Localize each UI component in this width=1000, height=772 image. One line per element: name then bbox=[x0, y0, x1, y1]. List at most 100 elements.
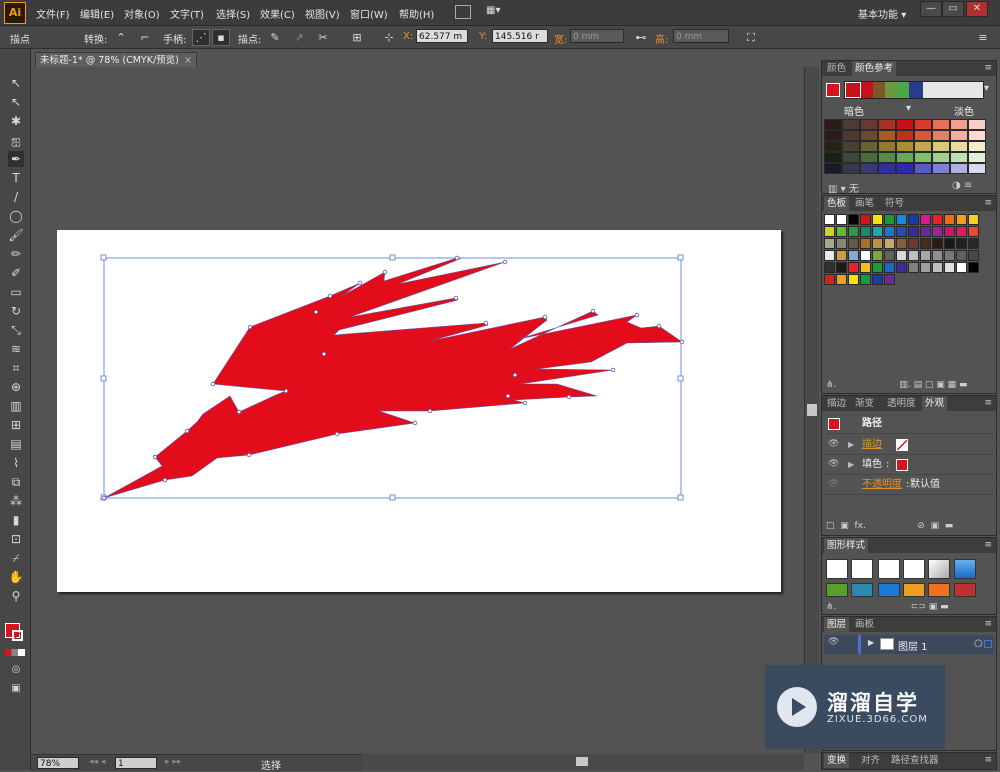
show-handles-icon[interactable]: ⋰ bbox=[192, 29, 210, 46]
color-guide-swatch[interactable] bbox=[860, 141, 878, 152]
symbol-sprayer-icon[interactable]: ⁂ bbox=[8, 493, 24, 509]
color-swatch[interactable] bbox=[884, 250, 895, 261]
eye-icon[interactable]: 👁 bbox=[828, 455, 839, 474]
color-guide-swatch[interactable] bbox=[896, 152, 914, 163]
color-swatch[interactable] bbox=[944, 250, 955, 261]
appearance-path-row[interactable]: 路径 bbox=[824, 414, 994, 434]
paintbrush-icon[interactable]: 🖌 bbox=[8, 227, 24, 243]
color-swatch[interactable] bbox=[944, 238, 955, 249]
color-swatch[interactable] bbox=[956, 250, 967, 261]
color-guide-swatch[interactable] bbox=[968, 119, 986, 130]
layer-name[interactable]: 图层 1 bbox=[898, 638, 928, 653]
color-guide-grid[interactable] bbox=[824, 119, 986, 174]
color-guide-swatch[interactable] bbox=[896, 130, 914, 141]
stroke-swatch[interactable] bbox=[896, 439, 908, 451]
color-guide-swatch[interactable] bbox=[968, 163, 986, 174]
constrain-proportions-icon[interactable]: ⊷ bbox=[632, 29, 650, 46]
color-swatch[interactable] bbox=[860, 262, 871, 273]
color-swatch[interactable] bbox=[908, 226, 919, 237]
vertical-scroll-thumb[interactable] bbox=[807, 404, 817, 416]
menu-effect[interactable]: 效果(C) bbox=[260, 6, 295, 21]
tab-graphic-styles[interactable]: 图形样式 bbox=[824, 538, 869, 553]
menu-view[interactable]: 视图(V) bbox=[305, 6, 340, 21]
color-swatch[interactable] bbox=[848, 274, 859, 285]
tab-gradient[interactable]: 渐变 bbox=[852, 396, 877, 411]
color-swatch[interactable] bbox=[944, 214, 955, 225]
color-guide-swatch[interactable] bbox=[896, 119, 914, 130]
color-guide-swatch[interactable] bbox=[878, 119, 896, 130]
control-bar-menu-icon[interactable]: ≡ bbox=[974, 29, 992, 46]
hide-handles-icon[interactable]: ▪ bbox=[212, 29, 230, 46]
graphic-style-red[interactable] bbox=[954, 583, 976, 597]
color-swatch[interactable] bbox=[860, 238, 871, 249]
tab-brushes[interactable]: 画笔 bbox=[852, 196, 877, 211]
color-swatch[interactable] bbox=[908, 214, 919, 225]
color-swatch[interactable] bbox=[932, 250, 943, 261]
color-swatch[interactable] bbox=[824, 262, 835, 273]
color-guide-swatch[interactable] bbox=[878, 163, 896, 174]
color-swatch[interactable] bbox=[896, 262, 907, 273]
color-swatch[interactable] bbox=[836, 274, 847, 285]
expand-triangle-icon[interactable]: ▶ bbox=[868, 638, 874, 647]
appearance-stroke-row[interactable]: 👁 ▶ 描边 bbox=[824, 435, 994, 455]
appearance-fill-row[interactable]: 👁 ▶ 填色 : bbox=[824, 455, 994, 475]
hand-icon[interactable]: ✋ bbox=[8, 569, 24, 585]
menu-select[interactable]: 选择(S) bbox=[216, 6, 250, 21]
color-swatch[interactable] bbox=[860, 214, 871, 225]
drawing-mode-icon[interactable]: ◎ bbox=[8, 662, 24, 678]
color-swatch[interactable] bbox=[884, 226, 895, 237]
color-swatch[interactable] bbox=[848, 214, 859, 225]
graphic-style-default[interactable] bbox=[826, 559, 848, 579]
cut-path-icon[interactable]: ✂ bbox=[314, 29, 332, 46]
color-swatch[interactable] bbox=[860, 274, 871, 285]
color-guide-swatch[interactable] bbox=[914, 141, 932, 152]
graphic-style-none[interactable] bbox=[851, 559, 873, 579]
color-swatch[interactable] bbox=[860, 250, 871, 261]
color-swatch[interactable] bbox=[908, 238, 919, 249]
color-guide-swatch[interactable] bbox=[932, 130, 950, 141]
tab-align[interactable]: 对齐 bbox=[858, 753, 883, 768]
color-swatch[interactable] bbox=[824, 238, 835, 249]
remove-anchor-icon[interactable]: ✎ bbox=[266, 29, 284, 46]
mesh-icon[interactable]: ⊞ bbox=[8, 417, 24, 433]
type-tool-icon[interactable]: T bbox=[8, 170, 24, 186]
color-swatch[interactable] bbox=[848, 250, 859, 261]
color-guide-swatch[interactable] bbox=[842, 152, 860, 163]
y-field[interactable]: 145.516 r bbox=[492, 29, 548, 43]
harmony-dropdown-icon[interactable]: ▾ bbox=[984, 83, 989, 94]
color-swatch[interactable] bbox=[884, 262, 895, 273]
color-guide-swatch[interactable] bbox=[914, 130, 932, 141]
color-swatch[interactable] bbox=[920, 226, 931, 237]
color-swatch[interactable] bbox=[956, 214, 967, 225]
graphic-styles-footer-icons[interactable]: ⋔. ⊂⊃ ▣ ▬ bbox=[826, 602, 949, 612]
color-swatch[interactable] bbox=[836, 226, 847, 237]
color-swatch[interactable] bbox=[944, 226, 955, 237]
expand-triangle-icon[interactable]: ▶ bbox=[848, 455, 854, 474]
direct-selection-icon[interactable]: ↖ bbox=[8, 94, 24, 110]
menu-file[interactable]: 文件(F) bbox=[36, 6, 70, 21]
tab-pathfinder[interactable]: 路径查找器 bbox=[888, 753, 942, 768]
color-swatch[interactable] bbox=[920, 250, 931, 261]
color-swatch[interactable] bbox=[908, 262, 919, 273]
color-guide-swatch[interactable] bbox=[824, 130, 842, 141]
fx-icon[interactable]: fx. bbox=[854, 521, 865, 531]
close-document-icon[interactable]: × bbox=[184, 53, 192, 68]
graphic-style-outline[interactable] bbox=[903, 559, 925, 579]
panel-menu-icon[interactable]: ≡ bbox=[984, 755, 992, 765]
workspace-switcher[interactable]: 基本功能 ▾ bbox=[858, 6, 906, 21]
reference-point-icon[interactable]: ⊹ bbox=[380, 29, 398, 46]
width-field[interactable]: 0 mm bbox=[570, 29, 624, 43]
lasso-icon[interactable]: ஐ bbox=[8, 132, 24, 148]
opacity-label[interactable]: 不透明度 bbox=[862, 475, 902, 494]
color-guide-swatch[interactable] bbox=[950, 152, 968, 163]
appearance-footer-icons[interactable]: □ ▣ fx. ⊘ ▣ ▬ bbox=[826, 521, 953, 531]
eye-icon[interactable]: 👁 bbox=[828, 435, 839, 454]
color-guide-swatch[interactable] bbox=[842, 130, 860, 141]
color-guide-swatch[interactable] bbox=[932, 152, 950, 163]
eyedropper-icon[interactable]: ⌇ bbox=[8, 455, 24, 471]
selection-indicator-icon[interactable] bbox=[984, 640, 992, 648]
maximize-button[interactable]: ▭ bbox=[942, 1, 964, 17]
color-swatch[interactable] bbox=[872, 238, 883, 249]
color-mode-icons[interactable] bbox=[5, 649, 25, 656]
color-swatch[interactable] bbox=[872, 226, 883, 237]
